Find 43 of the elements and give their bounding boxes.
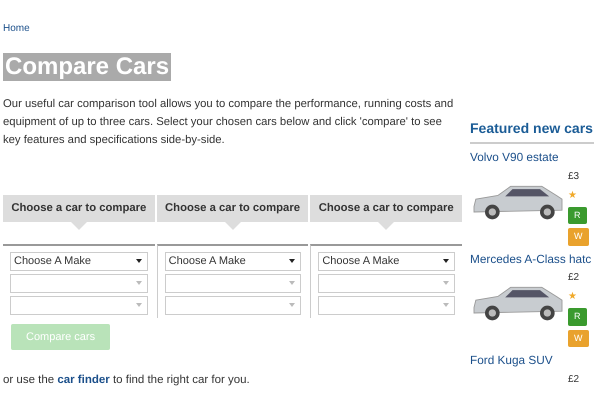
caret-icon [289,281,296,286]
star-icon: ★ [568,188,577,203]
make-select[interactable]: Choose A Make [164,252,302,271]
car-finder-link[interactable]: car finder [57,374,110,386]
column-heading: Choose a car to compare [3,195,155,222]
model-select[interactable] [318,274,456,293]
caret-icon [289,303,296,308]
car-price: £2 [568,373,580,388]
make-select[interactable]: Choose A Make [318,252,456,271]
pointer-arrow [224,222,240,230]
caret-icon [443,303,450,308]
make-select[interactable]: Choose A Make [10,252,148,271]
column-heading: Choose a car to compare [156,195,308,222]
page-title: Compare Cars [3,53,172,81]
model-select[interactable] [164,274,302,293]
car-price: £2 [568,271,580,286]
car-name-link[interactable]: Ford Kuga SUV [470,352,594,370]
caret-icon [136,303,142,308]
caret-icon [289,259,296,264]
caret-icon [443,281,450,286]
review-button[interactable]: R [568,206,586,224]
car-name-link[interactable]: Volvo V90 estate [470,149,594,167]
intro-paragraph: Our useful car comparison tool allows you to compare the performance, running costs and equipment of up to three cars. Select your chosen cars below and click 'compare' to see key features and specifications side-by-side. [3,96,454,148]
car-price: £3 [568,170,580,184]
pointer-arrow [378,222,394,230]
car-name-link[interactable]: Mercedes A-Class hatc [470,250,594,268]
caret-icon [443,259,450,264]
variant-select[interactable] [164,296,302,315]
column-heading: Choose a car to compare [310,195,462,222]
caret-icon [136,259,142,264]
breadcrumb-link[interactable]: Home [3,23,30,34]
pointer-arrow [70,222,87,230]
select-value: Choose A Make [322,254,400,270]
variant-select[interactable] [318,296,456,315]
finder-sentence: or use the car finder to find the right car for you. [3,373,251,388]
sidebar-title: Featured new cars [470,118,594,144]
star-icon: ★ [568,289,577,304]
select-value: Choose A Make [14,254,92,270]
variant-select[interactable] [10,296,148,315]
model-select[interactable] [10,274,148,293]
caret-icon [136,281,142,286]
select-value: Choose A Make [168,254,246,270]
review-button[interactable]: R [568,308,586,326]
